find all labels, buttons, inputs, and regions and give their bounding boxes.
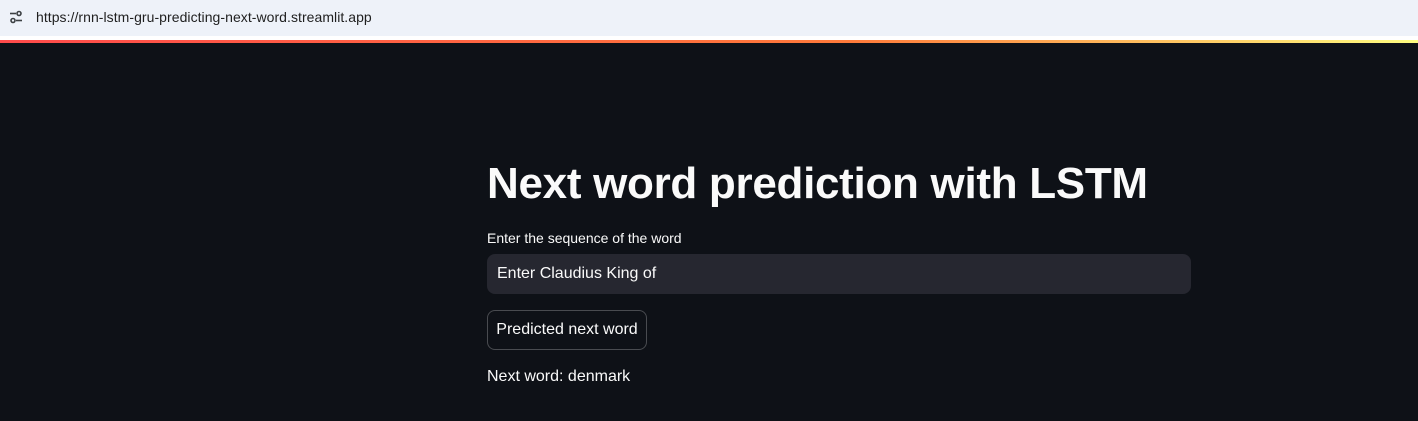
predict-button[interactable]: Predicted next word [487, 310, 647, 350]
prediction-result: Next word: denmark [487, 368, 631, 385]
app-container: Next word prediction with LSTM Enter the… [0, 43, 1418, 421]
page-title: Next word prediction with LSTM [487, 159, 1148, 208]
site-info-icon[interactable] [9, 10, 23, 24]
url-text[interactable]: https://rnn-lstm-gru-predicting-next-wor… [36, 9, 372, 25]
sequence-input[interactable] [487, 254, 1191, 294]
browser-address-bar: https://rnn-lstm-gru-predicting-next-wor… [0, 0, 1418, 36]
input-label: Enter the sequence of the word [487, 230, 682, 246]
